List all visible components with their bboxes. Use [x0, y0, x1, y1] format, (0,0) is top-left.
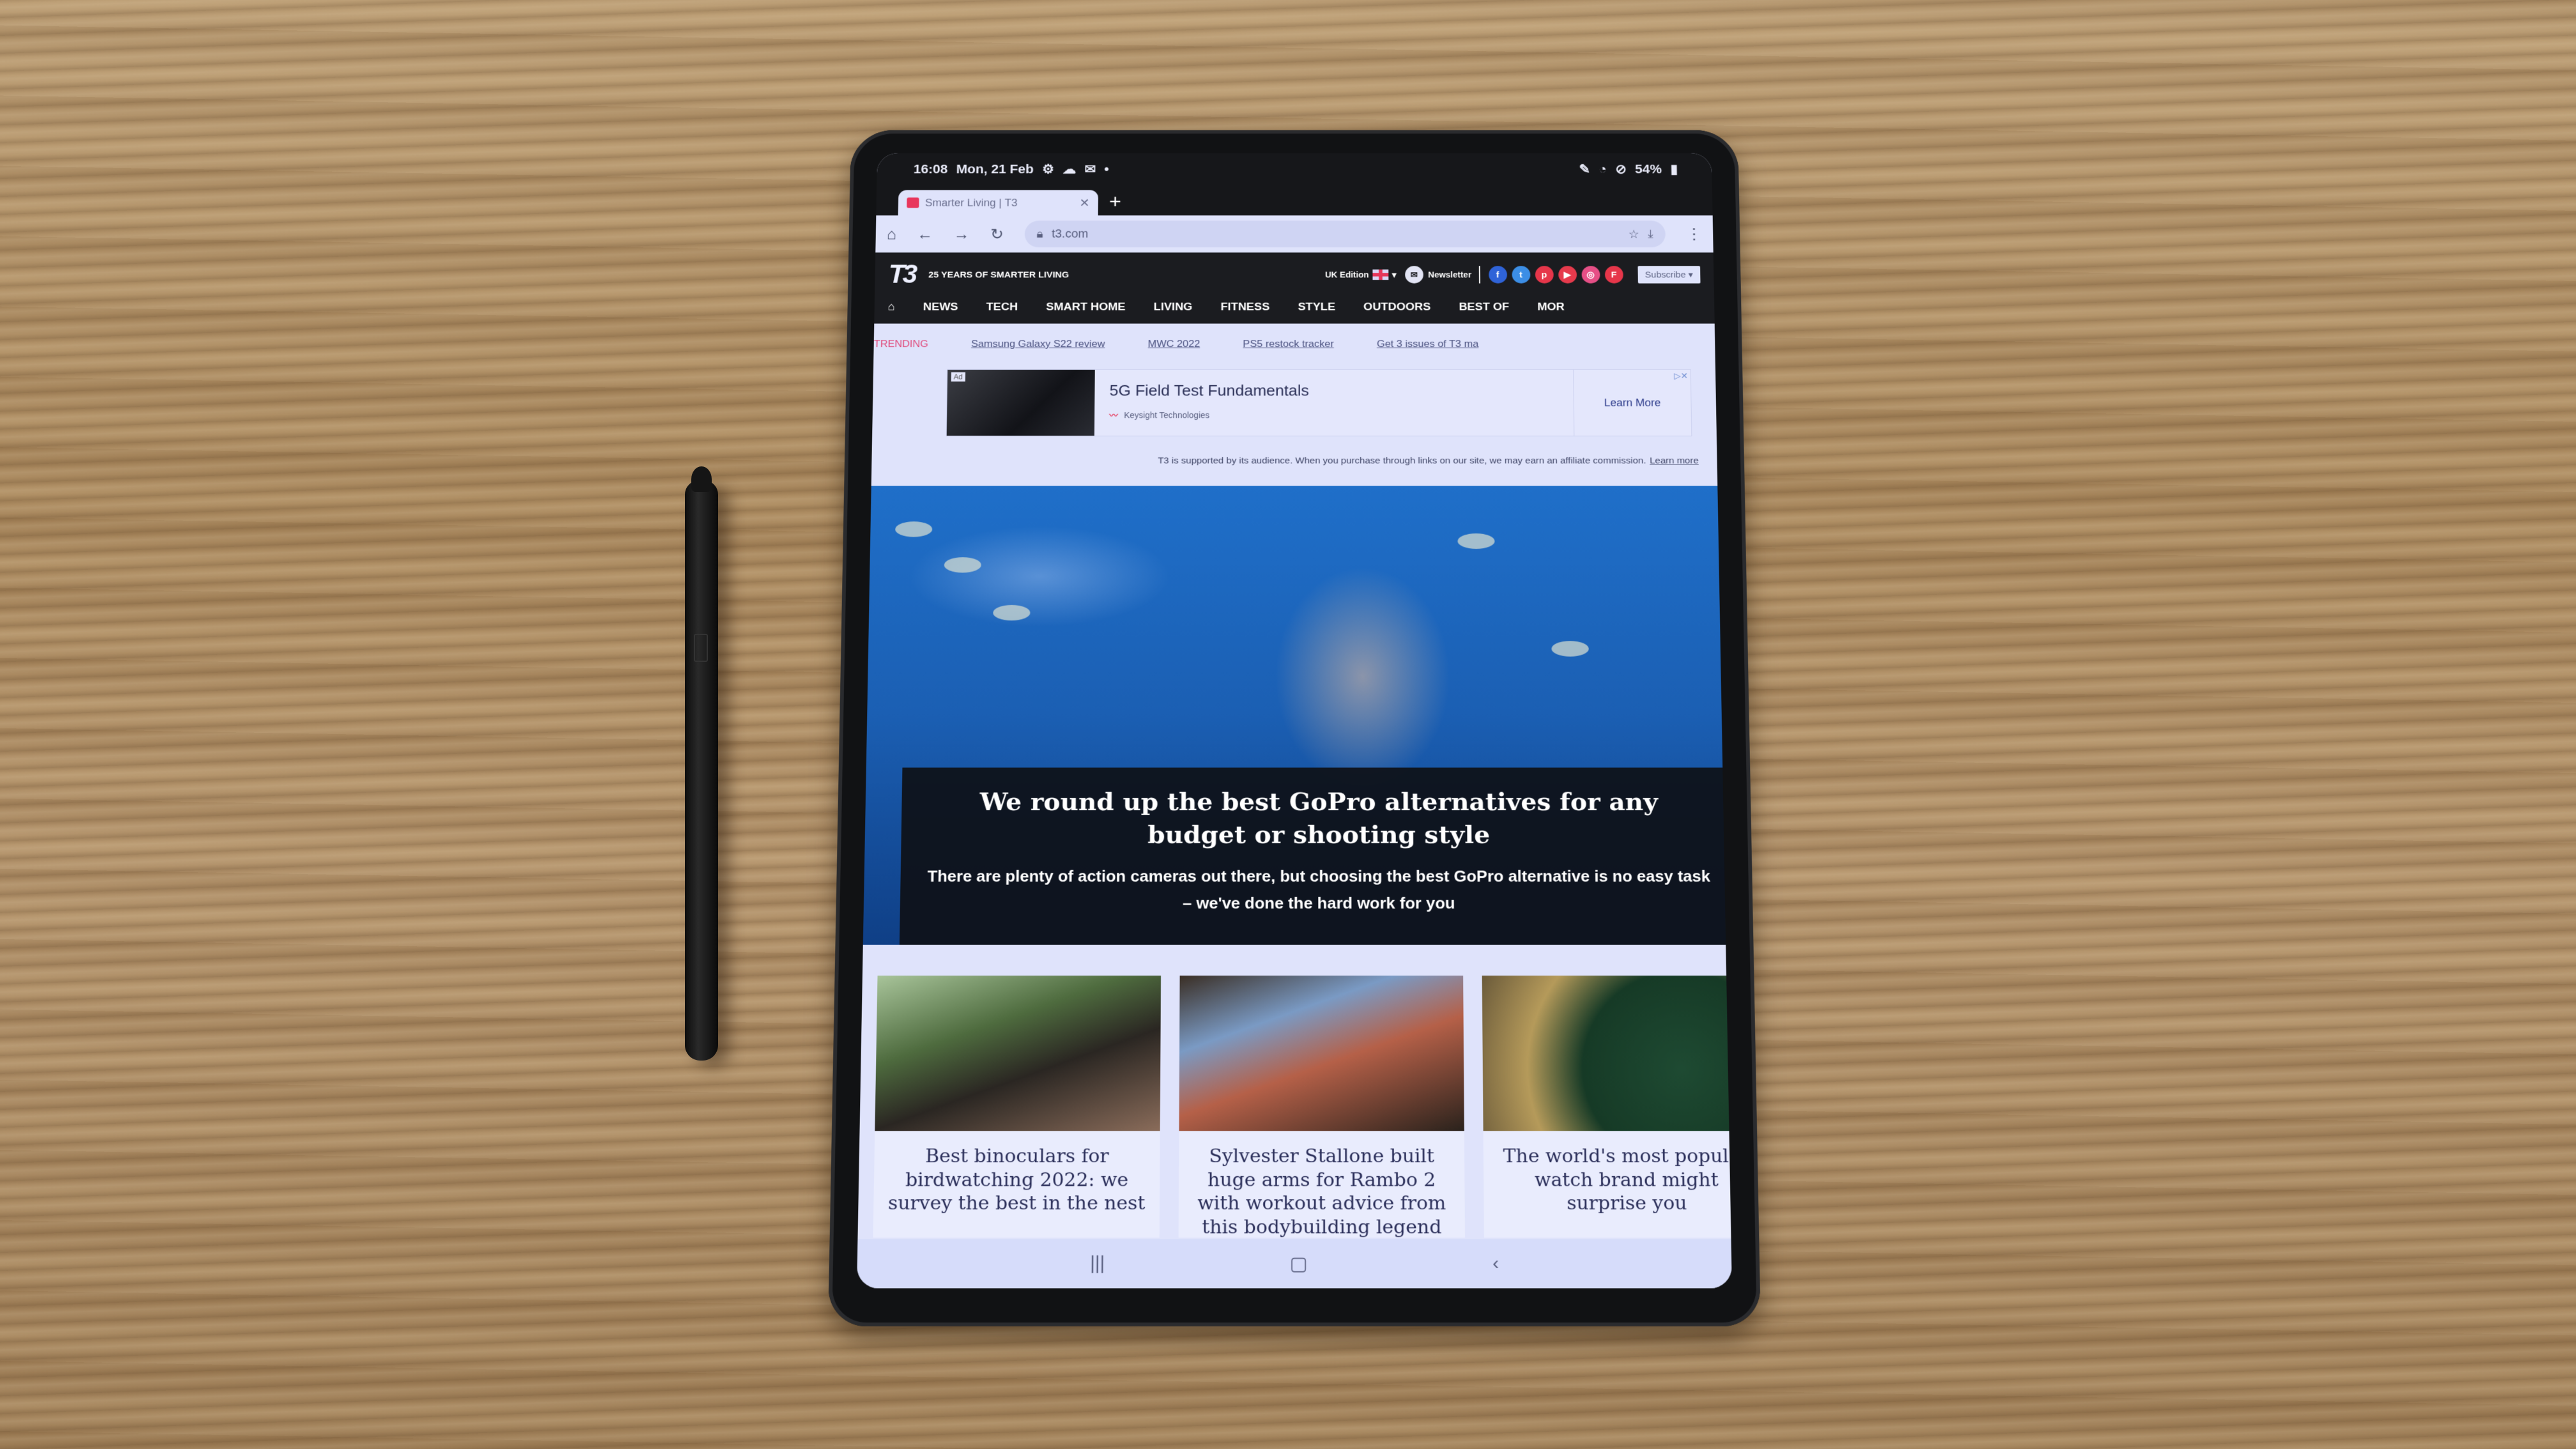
ad-banner[interactable]: Ad 5G Field Test Fundamentals 〰 Keysight… — [946, 369, 1692, 436]
main-nav: ⌂ NEWS TECH SMART HOME LIVING FITNESS STYLE OU… — [887, 291, 1701, 323]
forward-icon[interactable]: → — [954, 225, 970, 243]
article-card[interactable]: Sylvester Stallone built huge arms for R… — [1178, 976, 1466, 1239]
back-button-icon[interactable]: ‹ — [1492, 1253, 1499, 1275]
tagline: 25 YEARS OF SMARTER LIVING — [928, 270, 1070, 280]
facebook-icon[interactable]: f — [1488, 266, 1507, 284]
status-bar: 16:08 Mon, 21 Feb ⚙ ☁ ✉ • ✎ ◔ ⊘ 54% ▮ — [877, 153, 1712, 186]
twitter-icon[interactable]: t — [1512, 266, 1531, 284]
card-image-rambo[interactable] — [1179, 976, 1464, 1131]
keysight-logo-icon: 〰 — [1109, 410, 1118, 420]
tab-strip: Smarter Living | T3 ✕ + — [876, 185, 1713, 216]
card-title[interactable]: Sylvester Stallone built huge arms for R… — [1179, 1131, 1465, 1239]
pen-icon: ✎ — [1579, 162, 1591, 176]
stylus — [685, 466, 718, 1061]
mail-icon: ✉ — [1084, 162, 1096, 176]
subscribe-button[interactable]: Subscribe ▾ — [1637, 266, 1701, 284]
t3-logo[interactable]: T3 — [888, 260, 915, 289]
nav-item-mor[interactable]: MOR — [1537, 301, 1565, 314]
download-icon[interactable]: ⤓ — [1648, 227, 1653, 241]
uk-flag-icon — [1372, 269, 1389, 280]
url-text[interactable]: t3.com — [1052, 227, 1620, 241]
nav-item-outdoors[interactable]: OUTDOORS — [1363, 301, 1430, 314]
article-card[interactable]: The world's most popular watch brand mig… — [1482, 976, 1732, 1238]
tab-title: Smarter Living | T3 — [924, 196, 1018, 208]
card-image-watch[interactable] — [1482, 976, 1732, 1131]
hero-caption[interactable]: We round up the best GoPro alternatives … — [899, 767, 1732, 945]
newsletter-label: Newsletter — [1428, 270, 1472, 280]
nav-item-best-of[interactable]: BEST OF — [1459, 301, 1509, 314]
article-card[interactable]: Best binoculars for birdwatching 2022: w… — [873, 976, 1162, 1238]
hero-article[interactable]: We round up the best GoPro alternatives … — [862, 486, 1732, 945]
ad-sponsor: Keysight Technologies — [1124, 410, 1210, 420]
browser-tab[interactable]: Smarter Living | T3 ✕ — [898, 190, 1099, 216]
article-cards: Best binoculars for birdwatching 2022: w… — [857, 944, 1732, 1239]
card-image-binoculars[interactable] — [875, 976, 1162, 1131]
status-time: 16:08 — [913, 162, 948, 176]
dnd-icon: ⊘ — [1615, 162, 1627, 176]
pinterest-icon[interactable]: p — [1535, 266, 1554, 284]
bookmark-star-icon[interactable]: ☆ — [1628, 227, 1639, 241]
nav-item-smart-home[interactable]: SMART HOME — [1046, 301, 1126, 314]
dot-icon: • — [1104, 162, 1109, 176]
nav-item-living[interactable]: LIVING — [1154, 301, 1193, 314]
reload-icon[interactable]: ↻ — [990, 225, 1004, 243]
wifi-icon: ◔ — [1598, 162, 1607, 176]
trending-bar: TRENDING Samsung Galaxy S22 review MWC 20… — [873, 323, 1715, 365]
cloud-icon: ☁ — [1062, 162, 1077, 176]
nav-item-fitness[interactable]: FITNESS — [1220, 301, 1269, 314]
site-header: T3 25 YEARS OF SMARTER LIVING UK Edition… — [874, 252, 1715, 324]
browser-toolbar: ⌂ ← → ↻ 🔒︎ t3.com ☆ ⤓ ⋮ — [875, 215, 1713, 253]
envelope-icon: ✉ — [1404, 266, 1423, 284]
affiliate-disclosure: T3 is supported by its audience. When yo… — [871, 436, 1718, 486]
affiliate-text: T3 is supported by its audience. When yo… — [1158, 456, 1646, 466]
flipboard-icon[interactable]: F — [1604, 266, 1623, 284]
system-nav-bar: ||| ▢ ‹ — [857, 1239, 1732, 1289]
hero-title[interactable]: We round up the best GoPro alternatives … — [926, 786, 1712, 852]
ad-badge: Ad — [951, 372, 965, 382]
trending-label: TRENDING — [873, 338, 929, 349]
trending-link[interactable]: Samsung Galaxy S22 review — [971, 338, 1105, 349]
home-button-icon[interactable]: ▢ — [1290, 1252, 1308, 1275]
recents-icon[interactable]: ||| — [1090, 1253, 1105, 1275]
ad-close-icon[interactable]: ▷✕ — [1674, 371, 1688, 381]
back-icon[interactable]: ← — [917, 225, 933, 243]
instagram-icon[interactable]: ◎ — [1581, 266, 1600, 284]
home-nav-icon[interactable]: ⌂ — [888, 301, 895, 314]
nav-item-news[interactable]: NEWS — [923, 301, 958, 314]
menu-icon[interactable]: ⋮ — [1686, 225, 1702, 243]
trending-link[interactable]: Get 3 issues of T3 ma — [1377, 338, 1478, 349]
lock-icon: 🔒︎ — [1036, 227, 1043, 240]
stylus-button — [694, 634, 708, 662]
ad-title[interactable]: 5G Field Test Fundamentals — [1109, 381, 1558, 400]
affiliate-learn-more-link[interactable]: Learn more — [1650, 456, 1699, 466]
card-title[interactable]: Best binoculars for birdwatching 2022: w… — [873, 1131, 1160, 1215]
trending-link[interactable]: MWC 2022 — [1148, 338, 1200, 349]
edition-label: UK Edition — [1325, 270, 1369, 280]
screen: 16:08 Mon, 21 Feb ⚙ ☁ ✉ • ✎ ◔ ⊘ 54% ▮ Sm… — [857, 153, 1732, 1289]
status-date: Mon, 21 Feb — [956, 162, 1034, 176]
ad-image[interactable]: Ad — [946, 369, 1095, 436]
edition-selector[interactable]: UK Edition ▾ — [1325, 269, 1397, 280]
battery-icon: ▮ — [1670, 162, 1678, 176]
close-tab-icon[interactable]: ✕ — [1079, 195, 1089, 210]
home-icon[interactable]: ⌂ — [887, 225, 896, 243]
card-title[interactable]: The world's most popular watch brand mig… — [1483, 1131, 1732, 1215]
nav-item-style[interactable]: STYLE — [1298, 301, 1335, 314]
newsletter-link[interactable]: ✉ Newsletter — [1404, 266, 1480, 284]
nav-item-tech[interactable]: TECH — [986, 301, 1018, 314]
new-tab-button[interactable]: + — [1109, 190, 1121, 213]
youtube-icon[interactable]: ▶ — [1558, 266, 1577, 284]
hero-subtitle: There are plenty of action cameras out t… — [927, 866, 1711, 913]
settings-icon: ⚙ — [1042, 162, 1055, 176]
chevron-down-icon: ▾ — [1392, 270, 1397, 279]
address-bar[interactable]: 🔒︎ t3.com ☆ ⤓ — [1024, 220, 1666, 248]
favicon-icon — [907, 197, 919, 208]
tablet: 16:08 Mon, 21 Feb ⚙ ☁ ✉ • ✎ ◔ ⊘ 54% ▮ Sm… — [828, 130, 1761, 1327]
battery-level: 54% — [1635, 162, 1662, 176]
social-links: f t p ▶ ◎ F — [1488, 266, 1623, 284]
trending-link[interactable]: PS5 restock tracker — [1243, 338, 1333, 349]
